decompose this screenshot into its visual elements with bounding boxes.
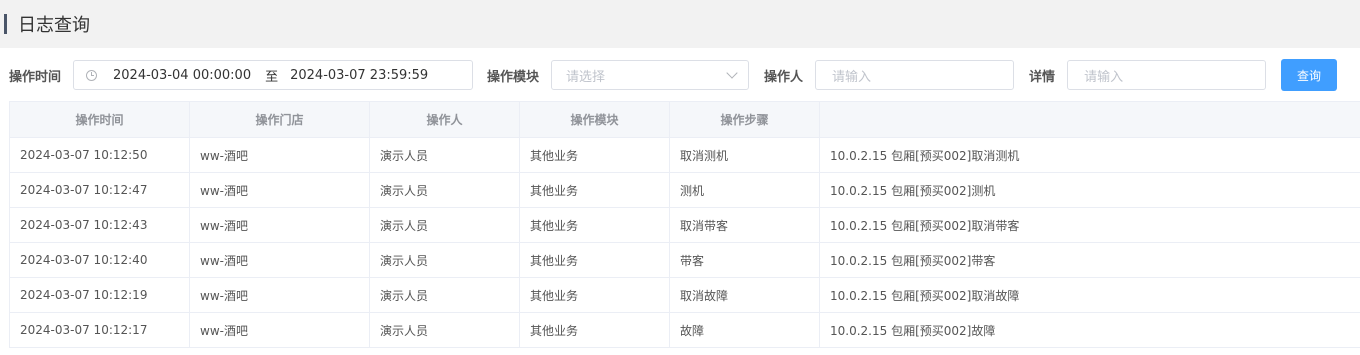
clock-icon bbox=[86, 69, 98, 81]
table-row: 2024-03-07 10:12:47 ww-酒吧 演示人员 其他业务 测机 1… bbox=[9, 172, 1360, 208]
cell-module: 其他业务 bbox=[519, 207, 670, 243]
cell-step: 取消故障 bbox=[669, 277, 820, 313]
column-header: 操作步骤 bbox=[669, 101, 820, 138]
column-header: 操作门店 bbox=[189, 101, 370, 138]
cell-time: 2024-03-07 10:12:50 bbox=[9, 137, 190, 173]
query-button[interactable]: 查询 bbox=[1281, 59, 1338, 91]
column-header bbox=[819, 101, 1360, 138]
page-title: 日志查询 bbox=[18, 15, 90, 36]
cell-operator: 演示人员 bbox=[369, 137, 520, 173]
table-row: 2024-03-07 10:12:50 ww-酒吧 演示人员 其他业务 取消测机… bbox=[9, 137, 1360, 173]
cell-time: 2024-03-07 10:12:17 bbox=[9, 312, 190, 348]
column-header: 操作时间 bbox=[9, 101, 190, 138]
start-date-input[interactable]: 2024-03-04 00:00:00 bbox=[113, 68, 251, 83]
page-header: 日志查询 bbox=[0, 0, 1360, 48]
cell-step: 测机 bbox=[669, 172, 820, 208]
end-date-input[interactable]: 2024-03-07 23:59:59 bbox=[290, 68, 428, 83]
cell-operator: 演示人员 bbox=[369, 277, 520, 313]
cell-time: 2024-03-07 10:12:40 bbox=[9, 242, 190, 278]
cell-time: 2024-03-07 10:12:19 bbox=[9, 277, 190, 313]
table-row: 2024-03-07 10:12:43 ww-酒吧 演示人员 其他业务 取消带客… bbox=[9, 207, 1360, 243]
date-range-picker[interactable]: 2024-03-04 00:00:00 至 2024-03-07 23:59:5… bbox=[73, 60, 474, 90]
cell-time: 2024-03-07 10:12:43 bbox=[9, 207, 190, 243]
column-header: 操作人 bbox=[369, 101, 520, 138]
cell-store: ww-酒吧 bbox=[189, 207, 370, 243]
cell-time: 2024-03-07 10:12:47 bbox=[9, 172, 190, 208]
cell-store: ww-酒吧 bbox=[189, 312, 370, 348]
cell-detail: 10.0.2.15 包厢[预买002]故障 bbox=[819, 312, 1360, 348]
table-header-row: 操作时间 操作门店 操作人 操作模块 操作步骤 bbox=[9, 101, 1360, 138]
cell-operator: 演示人员 bbox=[369, 207, 520, 243]
title-accent-bar bbox=[4, 14, 7, 34]
cell-store: ww-酒吧 bbox=[189, 137, 370, 173]
module-select-placeholder: 请选择 bbox=[566, 69, 606, 85]
time-label: 操作时间 bbox=[9, 69, 62, 85]
operator-input[interactable]: 请输入 bbox=[815, 60, 1015, 90]
cell-store: ww-酒吧 bbox=[189, 277, 370, 313]
module-select[interactable]: 请选择 bbox=[551, 60, 750, 90]
cell-operator: 演示人员 bbox=[369, 172, 520, 208]
table-row: 2024-03-07 10:12:19 ww-酒吧 演示人员 其他业务 取消故障… bbox=[9, 277, 1360, 313]
table-row: 2024-03-07 10:12:40 ww-酒吧 演示人员 其他业务 带客 1… bbox=[9, 242, 1360, 278]
cell-module: 其他业务 bbox=[519, 242, 670, 278]
cell-detail: 10.0.2.15 包厢[预买002]取消故障 bbox=[819, 277, 1360, 313]
cell-detail: 10.0.2.15 包厢[预买002]带客 bbox=[819, 242, 1360, 278]
cell-step: 取消带客 bbox=[669, 207, 820, 243]
cell-module: 其他业务 bbox=[519, 172, 670, 208]
cell-step: 带客 bbox=[669, 242, 820, 278]
cell-store: ww-酒吧 bbox=[189, 172, 370, 208]
module-label: 操作模块 bbox=[487, 69, 540, 85]
cell-store: ww-酒吧 bbox=[189, 242, 370, 278]
cell-step: 故障 bbox=[669, 312, 820, 348]
cell-module: 其他业务 bbox=[519, 137, 670, 173]
column-header: 操作模块 bbox=[519, 101, 670, 138]
detail-label: 详情 bbox=[1029, 69, 1056, 85]
cell-module: 其他业务 bbox=[519, 312, 670, 348]
cell-module: 其他业务 bbox=[519, 277, 670, 313]
cell-operator: 演示人员 bbox=[369, 242, 520, 278]
cell-operator: 演示人员 bbox=[369, 312, 520, 348]
cell-detail: 10.0.2.15 包厢[预买002]测机 bbox=[819, 172, 1360, 208]
operator-placeholder: 请输入 bbox=[832, 69, 872, 85]
cell-step: 取消测机 bbox=[669, 137, 820, 173]
filter-bar: 操作时间 2024-03-04 00:00:00 至 2024-03-07 23… bbox=[0, 49, 1360, 101]
detail-placeholder: 请输入 bbox=[1084, 69, 1124, 85]
cell-detail: 10.0.2.15 包厢[预买002]取消测机 bbox=[819, 137, 1360, 173]
chevron-down-icon bbox=[726, 67, 738, 79]
table-row: 2024-03-07 10:12:17 ww-酒吧 演示人员 其他业务 故障 1… bbox=[9, 312, 1360, 348]
detail-input[interactable]: 请输入 bbox=[1067, 60, 1267, 90]
log-table: 操作时间 操作门店 操作人 操作模块 操作步骤 2024-03-07 10:12… bbox=[9, 101, 1360, 348]
operator-label: 操作人 bbox=[764, 69, 804, 85]
cell-detail: 10.0.2.15 包厢[预买002]取消带客 bbox=[819, 207, 1360, 243]
range-separator: 至 bbox=[265, 69, 279, 85]
